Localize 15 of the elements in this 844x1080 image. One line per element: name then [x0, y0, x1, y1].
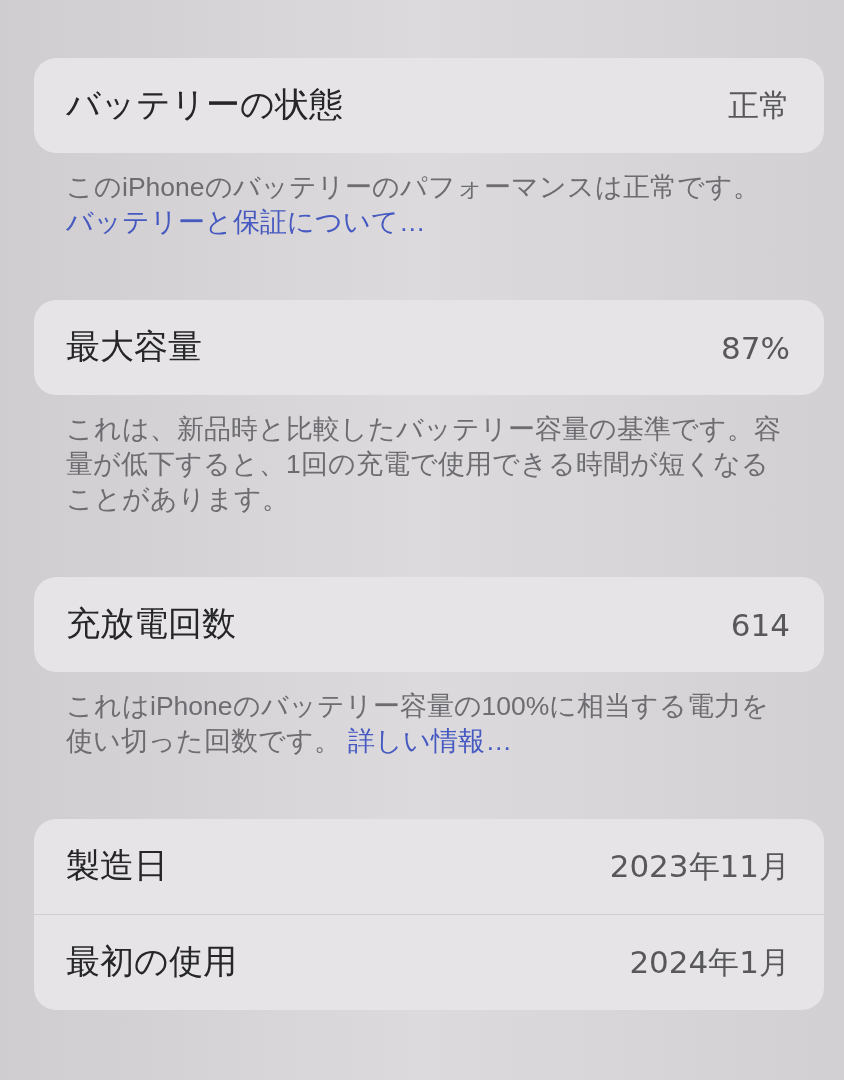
row-value: 614: [730, 606, 790, 643]
row-value: 87%: [721, 329, 790, 366]
row-label: 充放電回数: [66, 603, 236, 645]
row-label: 製造日: [66, 845, 168, 887]
info-link[interactable]: バッテリーと保証について…: [66, 207, 426, 237]
row-value: 正常: [728, 85, 790, 125]
row-value: 2023年11月: [609, 846, 790, 886]
row-value: 2024年1月: [629, 942, 790, 982]
row-label: 最大容量: [66, 326, 202, 368]
footer-text: このiPhoneのバッテリーのパフォーマンスは正常です。 バッテリーと保証について…: [65, 171, 761, 239]
footer-text: これは、新品時と比較したバッテリー容量の基準です。容量が低下すると、1回の充電で使用できる時間が短くなることがあります。: [65, 413, 782, 516]
info-link[interactable]: 詳しい情報…: [348, 726, 512, 756]
footer-text: これはiPhoneのバッテリー容量の100%に相当する電力を使い切った回数です。 詳しい情報…: [65, 690, 771, 758]
row-label: バッテリーの状態: [66, 84, 343, 126]
row-label: 最初の使用: [66, 941, 237, 983]
